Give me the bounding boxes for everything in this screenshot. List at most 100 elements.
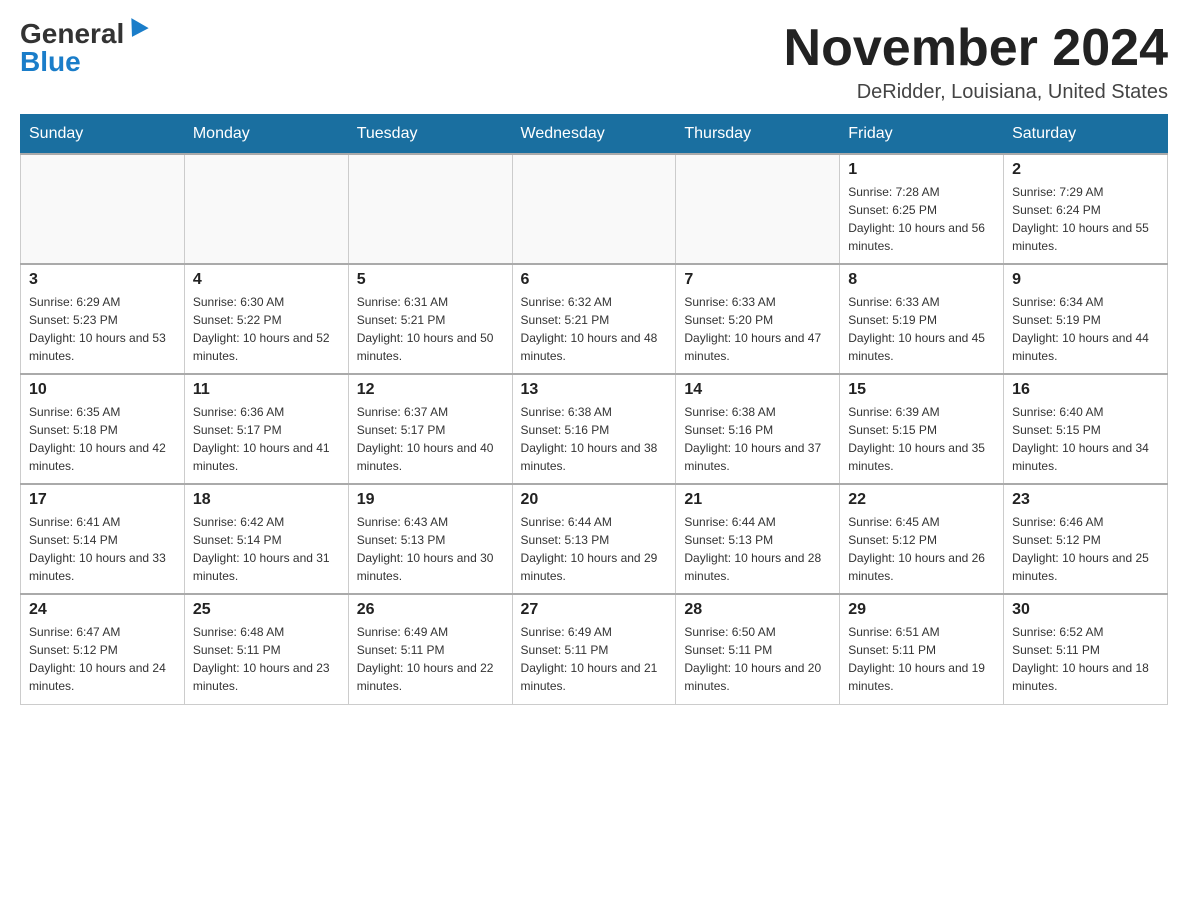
day-info: Sunrise: 6:32 AM Sunset: 5:21 PM Dayligh… xyxy=(521,293,668,365)
col-header-thursday: Thursday xyxy=(676,115,840,155)
calendar-cell xyxy=(21,154,185,264)
day-number: 11 xyxy=(193,381,340,399)
calendar-cell: 22 Sunrise: 6:45 AM Sunset: 5:12 PM Dayli… xyxy=(840,484,1004,594)
day-info: Sunrise: 6:36 AM Sunset: 5:17 PM Dayligh… xyxy=(193,403,340,475)
calendar-cell: 2 Sunrise: 7:29 AM Sunset: 6:24 PM Daylig… xyxy=(1004,154,1168,264)
day-number: 26 xyxy=(357,601,504,619)
day-number: 21 xyxy=(684,491,831,509)
day-info: Sunrise: 6:50 AM Sunset: 5:11 PM Dayligh… xyxy=(684,623,831,695)
week-row-1: 1 Sunrise: 7:28 AM Sunset: 6:25 PM Daylig… xyxy=(21,154,1168,264)
day-number: 15 xyxy=(848,381,995,399)
calendar-cell: 21 Sunrise: 6:44 AM Sunset: 5:13 PM Dayli… xyxy=(676,484,840,594)
day-number: 25 xyxy=(193,601,340,619)
week-row-3: 10 Sunrise: 6:35 AM Sunset: 5:18 PM Dayli… xyxy=(21,374,1168,484)
day-number: 1 xyxy=(848,161,995,179)
day-number: 6 xyxy=(521,271,668,289)
day-number: 8 xyxy=(848,271,995,289)
day-number: 18 xyxy=(193,491,340,509)
week-row-5: 24Sunrise: 6:47 AM Sunset: 5:12 PM Dayli… xyxy=(21,594,1168,704)
day-number: 27 xyxy=(521,601,668,619)
day-info: Sunrise: 6:33 AM Sunset: 5:20 PM Dayligh… xyxy=(684,293,831,365)
col-header-monday: Monday xyxy=(184,115,348,155)
day-info: Sunrise: 6:48 AM Sunset: 5:11 PM Dayligh… xyxy=(193,623,340,695)
day-info: Sunrise: 6:49 AM Sunset: 5:11 PM Dayligh… xyxy=(521,623,668,695)
calendar-cell: 19Sunrise: 6:43 AM Sunset: 5:13 PM Dayli… xyxy=(348,484,512,594)
day-info: Sunrise: 6:35 AM Sunset: 5:18 PM Dayligh… xyxy=(29,403,176,475)
day-info: Sunrise: 6:37 AM Sunset: 5:17 PM Dayligh… xyxy=(357,403,504,475)
day-info: Sunrise: 6:38 AM Sunset: 5:16 PM Dayligh… xyxy=(684,403,831,475)
calendar-cell: 13Sunrise: 6:38 AM Sunset: 5:16 PM Dayli… xyxy=(512,374,676,484)
calendar-cell: 24Sunrise: 6:47 AM Sunset: 5:12 PM Dayli… xyxy=(21,594,185,704)
day-info: Sunrise: 6:40 AM Sunset: 5:15 PM Dayligh… xyxy=(1012,403,1159,475)
calendar-cell: 7 Sunrise: 6:33 AM Sunset: 5:20 PM Daylig… xyxy=(676,264,840,374)
day-number: 23 xyxy=(1012,491,1159,509)
day-number: 16 xyxy=(1012,381,1159,399)
calendar-cell: 14 Sunrise: 6:38 AM Sunset: 5:16 PM Dayli… xyxy=(676,374,840,484)
calendar-cell: 12Sunrise: 6:37 AM Sunset: 5:17 PM Dayli… xyxy=(348,374,512,484)
logo-general-text: General xyxy=(20,20,124,48)
day-info: Sunrise: 6:44 AM Sunset: 5:13 PM Dayligh… xyxy=(684,513,831,585)
col-header-tuesday: Tuesday xyxy=(348,115,512,155)
day-number: 3 xyxy=(29,271,176,289)
calendar-cell: 11 Sunrise: 6:36 AM Sunset: 5:17 PM Dayli… xyxy=(184,374,348,484)
day-number: 9 xyxy=(1012,271,1159,289)
day-info: Sunrise: 7:28 AM Sunset: 6:25 PM Dayligh… xyxy=(848,183,995,255)
day-info: Sunrise: 6:44 AM Sunset: 5:13 PM Dayligh… xyxy=(521,513,668,585)
calendar-cell: 30Sunrise: 6:52 AM Sunset: 5:11 PM Dayli… xyxy=(1004,594,1168,704)
day-number: 5 xyxy=(357,271,504,289)
day-info: Sunrise: 7:29 AM Sunset: 6:24 PM Dayligh… xyxy=(1012,183,1159,255)
day-number: 14 xyxy=(684,381,831,399)
day-info: Sunrise: 6:42 AM Sunset: 5:14 PM Dayligh… xyxy=(193,513,340,585)
logo-arrow-icon xyxy=(124,18,149,42)
day-info: Sunrise: 6:45 AM Sunset: 5:12 PM Dayligh… xyxy=(848,513,995,585)
calendar-table: SundayMondayTuesdayWednesdayThursdayFrid… xyxy=(20,114,1168,705)
calendar-cell: 17Sunrise: 6:41 AM Sunset: 5:14 PM Dayli… xyxy=(21,484,185,594)
calendar-cell: 29 Sunrise: 6:51 AM Sunset: 5:11 PM Dayli… xyxy=(840,594,1004,704)
day-number: 28 xyxy=(684,601,831,619)
calendar-cell: 1 Sunrise: 7:28 AM Sunset: 6:25 PM Daylig… xyxy=(840,154,1004,264)
calendar-cell: 28 Sunrise: 6:50 AM Sunset: 5:11 PM Dayli… xyxy=(676,594,840,704)
calendar-cell xyxy=(676,154,840,264)
day-info: Sunrise: 6:31 AM Sunset: 5:21 PM Dayligh… xyxy=(357,293,504,365)
subtitle: DeRidder, Louisiana, United States xyxy=(784,81,1168,104)
day-info: Sunrise: 6:51 AM Sunset: 5:11 PM Dayligh… xyxy=(848,623,995,695)
day-info: Sunrise: 6:34 AM Sunset: 5:19 PM Dayligh… xyxy=(1012,293,1159,365)
calendar-cell: 10 Sunrise: 6:35 AM Sunset: 5:18 PM Dayli… xyxy=(21,374,185,484)
logo-blue-text: Blue xyxy=(20,48,81,76)
calendar-cell: 23Sunrise: 6:46 AM Sunset: 5:12 PM Dayli… xyxy=(1004,484,1168,594)
title-block: November 2024 DeRidder, Louisiana, Unite… xyxy=(784,20,1168,104)
col-header-sunday: Sunday xyxy=(21,115,185,155)
calendar-cell: 6 Sunrise: 6:32 AM Sunset: 5:21 PM Daylig… xyxy=(512,264,676,374)
col-header-friday: Friday xyxy=(840,115,1004,155)
calendar-header-row: SundayMondayTuesdayWednesdayThursdayFrid… xyxy=(21,115,1168,155)
day-number: 20 xyxy=(521,491,668,509)
day-info: Sunrise: 6:30 AM Sunset: 5:22 PM Dayligh… xyxy=(193,293,340,365)
day-number: 2 xyxy=(1012,161,1159,179)
col-header-wednesday: Wednesday xyxy=(512,115,676,155)
day-number: 29 xyxy=(848,601,995,619)
day-info: Sunrise: 6:33 AM Sunset: 5:19 PM Dayligh… xyxy=(848,293,995,365)
calendar-cell: 5 Sunrise: 6:31 AM Sunset: 5:21 PM Daylig… xyxy=(348,264,512,374)
day-number: 4 xyxy=(193,271,340,289)
calendar-cell xyxy=(348,154,512,264)
week-row-4: 17Sunrise: 6:41 AM Sunset: 5:14 PM Dayli… xyxy=(21,484,1168,594)
calendar-cell: 8 Sunrise: 6:33 AM Sunset: 5:19 PM Daylig… xyxy=(840,264,1004,374)
calendar-cell xyxy=(184,154,348,264)
col-header-saturday: Saturday xyxy=(1004,115,1168,155)
day-number: 7 xyxy=(684,271,831,289)
calendar-cell: 27 Sunrise: 6:49 AM Sunset: 5:11 PM Dayli… xyxy=(512,594,676,704)
page-title: November 2024 xyxy=(784,20,1168,77)
calendar-cell: 20 Sunrise: 6:44 AM Sunset: 5:13 PM Dayli… xyxy=(512,484,676,594)
calendar-cell: 4 Sunrise: 6:30 AM Sunset: 5:22 PM Daylig… xyxy=(184,264,348,374)
day-number: 22 xyxy=(848,491,995,509)
day-info: Sunrise: 6:39 AM Sunset: 5:15 PM Dayligh… xyxy=(848,403,995,475)
calendar-cell: 3Sunrise: 6:29 AM Sunset: 5:23 PM Daylig… xyxy=(21,264,185,374)
day-info: Sunrise: 6:49 AM Sunset: 5:11 PM Dayligh… xyxy=(357,623,504,695)
page-header: General Blue November 2024 DeRidder, Lou… xyxy=(20,20,1168,104)
day-info: Sunrise: 6:47 AM Sunset: 5:12 PM Dayligh… xyxy=(29,623,176,695)
calendar-cell: 9 Sunrise: 6:34 AM Sunset: 5:19 PM Daylig… xyxy=(1004,264,1168,374)
day-info: Sunrise: 6:43 AM Sunset: 5:13 PM Dayligh… xyxy=(357,513,504,585)
day-info: Sunrise: 6:41 AM Sunset: 5:14 PM Dayligh… xyxy=(29,513,176,585)
day-number: 10 xyxy=(29,381,176,399)
day-number: 13 xyxy=(521,381,668,399)
